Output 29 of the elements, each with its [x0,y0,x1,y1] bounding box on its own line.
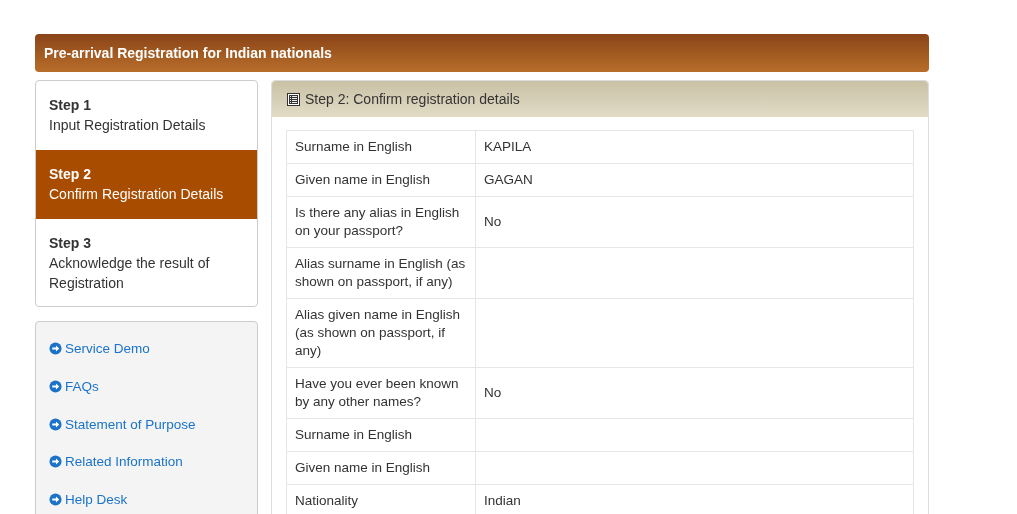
field-label: Is there any alias in English on your passport? [286,196,476,248]
field-label: Nationality [286,484,476,514]
sidebar-link[interactable]: Related Information [65,454,183,470]
field-label: Alias surname in English (as shown on passport, if any) [286,247,476,299]
field-label: Have you ever been known by any other names? [286,367,476,419]
field-label: Given name in English [286,451,476,485]
sidebar-link[interactable]: Help Desk [65,492,128,508]
list-icon [287,92,300,106]
field-label: Surname in English [286,130,476,164]
field-value: No [475,196,914,248]
arrow-circle-icon [49,455,62,469]
field-value: GAGAN [475,163,914,197]
header-title: Pre-arrival Registration for Indian nationals [44,45,332,61]
field-value: KAPILA [475,130,914,164]
arrow-circle-icon [49,417,62,431]
field-value: No [475,367,914,419]
step-item[interactable]: Step 1 Input Registration Details [36,81,257,150]
sidebar-link[interactable]: Service Demo [65,341,150,357]
field-label: Alias given name in English (as shown on passport, if any) [286,298,476,368]
arrow-circle-icon [49,380,62,394]
arrow-circle-icon [49,493,62,507]
panel-title: Step 2: Confirm registration details [305,91,520,107]
field-label: Surname in English [286,418,476,452]
arrow-circle-icon [49,342,62,356]
sidebar-link[interactable]: Statement of Purpose [65,416,196,432]
step-item[interactable]: Step 2 Confirm Registration Details [36,150,257,219]
field-label: Given name in English [286,163,476,197]
sidebar-link[interactable]: FAQs [65,379,99,395]
step-item[interactable]: Step 3 Acknowledge the result of Registration [36,219,257,306]
